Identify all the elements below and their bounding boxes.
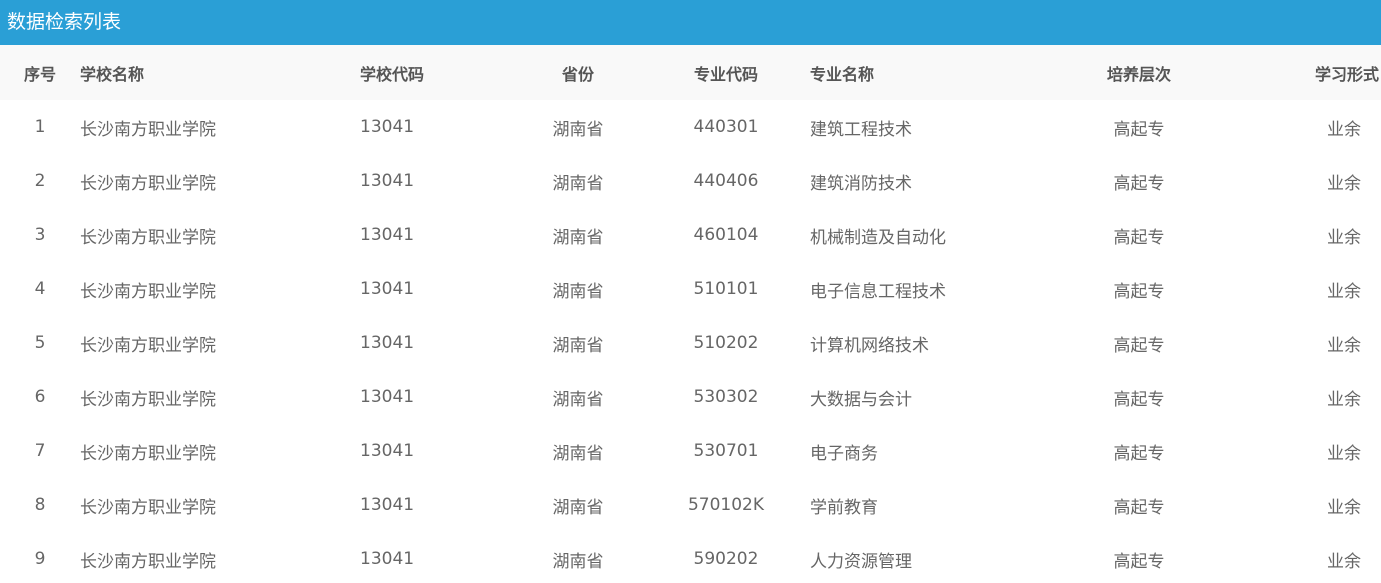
panel-title: 数据检索列表 bbox=[0, 0, 1381, 45]
cell-school-code: 13041 bbox=[360, 387, 415, 407]
cell-school-code: 13041 bbox=[360, 441, 415, 461]
cell-level: 高起专 bbox=[1113, 497, 1165, 518]
cell-province: 湖南省 bbox=[552, 443, 604, 464]
cell-study-form: 业余 bbox=[1327, 281, 1361, 302]
col-header-school-name[interactable]: 学校名称 bbox=[80, 45, 360, 100]
cell-level: 高起专 bbox=[1113, 119, 1165, 140]
cell-province: 湖南省 bbox=[552, 119, 604, 140]
table-body: 1 长沙南方职业学院 13041 湖南省 440301 建筑工程技术 高起专 业余 2 长沙南方职… bbox=[0, 100, 1381, 583]
cell-index: 6 bbox=[34, 387, 46, 407]
cell-level: 高起专 bbox=[1113, 227, 1165, 248]
cell-index: 7 bbox=[34, 441, 46, 461]
cell-major-code: 440301 bbox=[693, 117, 759, 137]
cell-school-name: 长沙南方职业学院 bbox=[80, 497, 216, 518]
cell-level: 高起专 bbox=[1113, 281, 1165, 302]
cell-school-code: 13041 bbox=[360, 333, 415, 353]
cell-level: 高起专 bbox=[1113, 551, 1165, 572]
cell-school-code: 13041 bbox=[360, 549, 415, 569]
col-header-study-form[interactable]: 学习形式 bbox=[1211, 45, 1381, 100]
cell-province: 湖南省 bbox=[552, 335, 604, 356]
cell-major-name: 大数据与会计 bbox=[810, 389, 912, 410]
table-row[interactable]: 1 长沙南方职业学院 13041 湖南省 440301 建筑工程技术 高起专 业余 bbox=[0, 100, 1381, 154]
table-row[interactable]: 7 长沙南方职业学院 13041 湖南省 530701 电子商务 高起专 业余 bbox=[0, 424, 1381, 478]
cell-province: 湖南省 bbox=[552, 173, 604, 194]
cell-school-name: 长沙南方职业学院 bbox=[80, 173, 216, 194]
cell-major-name: 电子商务 bbox=[810, 443, 878, 464]
cell-school-name: 长沙南方职业学院 bbox=[80, 227, 216, 248]
col-header-school-code[interactable]: 学校代码 bbox=[360, 45, 500, 100]
cell-index: 5 bbox=[34, 333, 46, 353]
cell-school-name: 长沙南方职业学院 bbox=[80, 281, 216, 302]
col-header-major-code[interactable]: 专业代码 bbox=[656, 45, 796, 100]
cell-school-code: 13041 bbox=[360, 117, 415, 137]
col-header-level[interactable]: 培养层次 bbox=[1067, 45, 1211, 100]
table-row[interactable]: 8 长沙南方职业学院 13041 湖南省 570102K 学前教育 高起专 业余 bbox=[0, 478, 1381, 532]
cell-major-code: 570102K bbox=[687, 495, 765, 515]
cell-study-form: 业余 bbox=[1327, 497, 1361, 518]
cell-study-form: 业余 bbox=[1327, 227, 1361, 248]
cell-level: 高起专 bbox=[1113, 173, 1165, 194]
cell-index: 4 bbox=[34, 279, 46, 299]
cell-school-code: 13041 bbox=[360, 171, 415, 191]
cell-school-name: 长沙南方职业学院 bbox=[80, 335, 216, 356]
table-row[interactable]: 6 长沙南方职业学院 13041 湖南省 530302 大数据与会计 高起专 业余 bbox=[0, 370, 1381, 424]
cell-major-name: 电子信息工程技术 bbox=[810, 281, 946, 302]
table-row[interactable]: 9 长沙南方职业学院 13041 湖南省 590202 人力资源管理 高起专 业余 bbox=[0, 532, 1381, 583]
cell-school-name: 长沙南方职业学院 bbox=[80, 443, 216, 464]
cell-index: 9 bbox=[34, 549, 46, 569]
cell-study-form: 业余 bbox=[1327, 173, 1361, 194]
cell-major-code: 530701 bbox=[693, 441, 759, 461]
cell-index: 1 bbox=[34, 117, 46, 137]
cell-study-form: 业余 bbox=[1327, 389, 1361, 410]
cell-province: 湖南省 bbox=[552, 389, 604, 410]
cell-major-name: 建筑消防技术 bbox=[810, 173, 912, 194]
data-search-panel: 数据检索列表 序号 学校名称 学校代码 省份 专业代码 专业名称 培养层次 学习… bbox=[0, 0, 1381, 583]
cell-level: 高起专 bbox=[1113, 443, 1165, 464]
table-row[interactable]: 5 长沙南方职业学院 13041 湖南省 510202 计算机网络技术 高起专 业余 bbox=[0, 316, 1381, 370]
cell-study-form: 业余 bbox=[1327, 119, 1361, 140]
cell-major-code: 460104 bbox=[693, 225, 759, 245]
table-row[interactable]: 4 长沙南方职业学院 13041 湖南省 510101 电子信息工程技术 高起专 业余 bbox=[0, 262, 1381, 316]
cell-school-code: 13041 bbox=[360, 279, 415, 299]
cell-province: 湖南省 bbox=[552, 497, 604, 518]
cell-study-form: 业余 bbox=[1327, 551, 1361, 572]
cell-major-code: 590202 bbox=[693, 549, 759, 569]
cell-major-code: 510101 bbox=[693, 279, 759, 299]
cell-province: 湖南省 bbox=[552, 551, 604, 572]
cell-level: 高起专 bbox=[1113, 335, 1165, 356]
cell-study-form: 业余 bbox=[1327, 335, 1361, 356]
table-row[interactable]: 2 长沙南方职业学院 13041 湖南省 440406 建筑消防技术 高起专 业余 bbox=[0, 154, 1381, 208]
cell-major-name: 计算机网络技术 bbox=[810, 335, 929, 356]
cell-major-code: 510202 bbox=[693, 333, 759, 353]
cell-major-name: 学前教育 bbox=[810, 497, 878, 518]
cell-index: 3 bbox=[34, 225, 46, 245]
cell-province: 湖南省 bbox=[552, 281, 604, 302]
table-header: 序号 学校名称 学校代码 省份 专业代码 专业名称 培养层次 学习形式 bbox=[0, 45, 1381, 100]
cell-index: 8 bbox=[34, 495, 46, 515]
table-row[interactable]: 3 长沙南方职业学院 13041 湖南省 460104 机械制造及自动化 高起专 业余 bbox=[0, 208, 1381, 262]
col-header-major-name[interactable]: 专业名称 bbox=[796, 45, 1067, 100]
cell-school-code: 13041 bbox=[360, 495, 415, 515]
cell-major-name: 建筑工程技术 bbox=[810, 119, 912, 140]
cell-study-form: 业余 bbox=[1327, 443, 1361, 464]
cell-index: 2 bbox=[34, 171, 46, 191]
cell-school-name: 长沙南方职业学院 bbox=[80, 119, 216, 140]
cell-major-name: 人力资源管理 bbox=[810, 551, 912, 572]
cell-school-name: 长沙南方职业学院 bbox=[80, 551, 216, 572]
cell-major-code: 440406 bbox=[693, 171, 759, 191]
cell-level: 高起专 bbox=[1113, 389, 1165, 410]
header-row: 序号 学校名称 学校代码 省份 专业代码 专业名称 培养层次 学习形式 bbox=[0, 45, 1381, 100]
results-table: 序号 学校名称 学校代码 省份 专业代码 专业名称 培养层次 学习形式 1 长沙南… bbox=[0, 45, 1381, 583]
col-header-index[interactable]: 序号 bbox=[0, 45, 80, 100]
cell-school-name: 长沙南方职业学院 bbox=[80, 389, 216, 410]
cell-major-code: 530302 bbox=[693, 387, 759, 407]
col-header-province[interactable]: 省份 bbox=[500, 45, 656, 100]
cell-province: 湖南省 bbox=[552, 227, 604, 248]
cell-school-code: 13041 bbox=[360, 225, 415, 245]
cell-major-name: 机械制造及自动化 bbox=[810, 227, 946, 248]
